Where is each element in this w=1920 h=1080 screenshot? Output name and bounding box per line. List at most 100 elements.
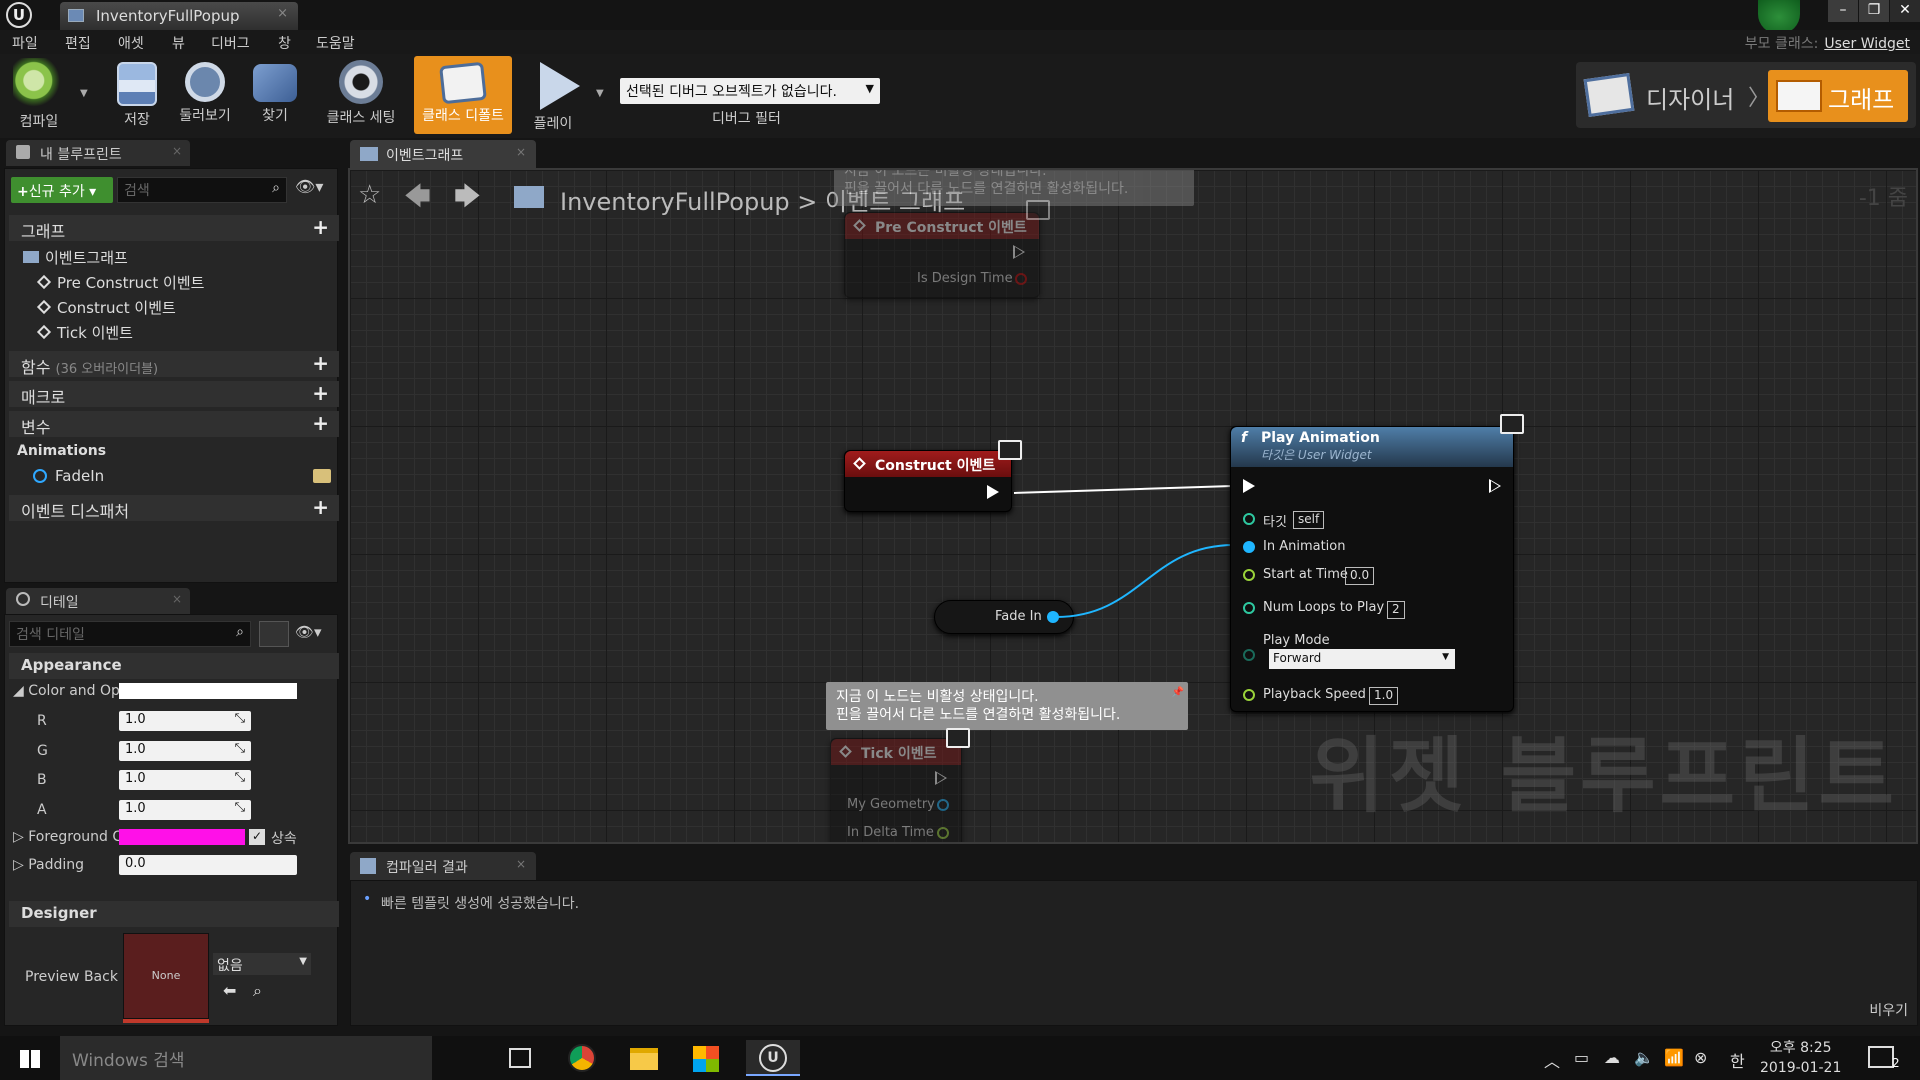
- channel-a-field[interactable]: 1.0 ⤡: [119, 800, 251, 820]
- find-button[interactable]: 찾기: [248, 56, 302, 134]
- volume-icon[interactable]: 🔈: [1634, 1048, 1654, 1067]
- dispatchers-section-header[interactable]: 이벤트 디스패처 +: [9, 495, 339, 521]
- clear-results-button[interactable]: 비우기: [1869, 1000, 1908, 1020]
- network-icon[interactable]: 📶: [1664, 1048, 1684, 1067]
- debug-object-select[interactable]: 선택된 디버그 오브젝트가 없습니다. ▼: [620, 78, 880, 104]
- play-options-chevron-icon[interactable]: ▼: [596, 88, 604, 99]
- pin-comment-icon[interactable]: 📌: [1172, 684, 1184, 702]
- maximize-button[interactable]: ❐: [1859, 0, 1889, 22]
- add-macro-plus-icon[interactable]: +: [312, 381, 329, 405]
- action-center-icon[interactable]: [1868, 1046, 1894, 1068]
- graphs-section-header[interactable]: 그래프 +: [9, 215, 339, 241]
- playback-speed-value[interactable]: 1.0: [1369, 687, 1399, 705]
- menu-file[interactable]: 파일: [12, 33, 38, 53]
- target-value[interactable]: self: [1293, 511, 1325, 529]
- battery-icon[interactable]: ▭: [1574, 1048, 1589, 1067]
- visibility-eye-icon[interactable]: [313, 469, 331, 483]
- tray-expand-chevron-icon[interactable]: ︿: [1544, 1048, 1560, 1072]
- exec-output-pin[interactable]: [935, 771, 947, 785]
- tree-item-event-graph[interactable]: 이벤트그래프: [23, 247, 128, 268]
- menu-window[interactable]: 창: [278, 33, 291, 53]
- tree-item-tick[interactable]: Tick 이벤트: [36, 322, 133, 343]
- channel-g-field[interactable]: 1.0 ⤡: [119, 741, 251, 761]
- event-graph-tab[interactable]: 이벤트그래프 ×: [350, 140, 536, 168]
- menu-asset[interactable]: 애셋: [118, 33, 144, 53]
- unreal-editor-taskbar-app[interactable]: U: [746, 1040, 800, 1076]
- store-taskbar-app[interactable]: [684, 1040, 728, 1076]
- my-blueprint-tab-close-icon[interactable]: ×: [172, 144, 182, 158]
- play-mode-pin[interactable]: [1243, 649, 1255, 661]
- compiler-results-tab-close-icon[interactable]: ×: [516, 857, 526, 871]
- minimize-button[interactable]: –: [1828, 0, 1858, 22]
- color-swatch[interactable]: [119, 683, 297, 699]
- padding-field[interactable]: 0.0: [119, 855, 297, 875]
- tree-item-construct[interactable]: Construct 이벤트: [36, 297, 176, 318]
- parent-class-link[interactable]: User Widget: [1824, 36, 1910, 52]
- variables-section-header[interactable]: 변수 +: [9, 411, 339, 437]
- document-tab[interactable]: InventoryFullPopup ×: [60, 2, 298, 30]
- unreal-logo-icon[interactable]: U: [6, 2, 32, 28]
- details-tab-close-icon[interactable]: ×: [172, 592, 182, 606]
- close-window-button[interactable]: ✕: [1890, 0, 1920, 22]
- compile-options-chevron-icon[interactable]: ▼: [80, 88, 88, 99]
- functions-section-header[interactable]: 함수 (36 오버라이더블) +: [9, 351, 339, 377]
- add-variable-plus-icon[interactable]: +: [312, 411, 329, 435]
- preview-background-swatch[interactable]: None: [123, 933, 209, 1019]
- preview-background-select[interactable]: 없음 ▼: [213, 953, 311, 975]
- start-button[interactable]: [0, 1036, 60, 1080]
- compile-button[interactable]: 컴파일: [6, 56, 72, 134]
- tree-item-pre-construct[interactable]: Pre Construct 이벤트: [36, 272, 204, 293]
- num-loops-pin[interactable]: [1243, 602, 1255, 614]
- menu-edit[interactable]: 편집: [65, 33, 91, 53]
- animations-category[interactable]: Animations: [17, 443, 106, 459]
- browse-magnifier-icon[interactable]: ⌕: [253, 981, 262, 1001]
- exec-output-pin[interactable]: [1489, 479, 1501, 493]
- my-blueprint-tab[interactable]: 내 블루프린트 ×: [6, 140, 190, 166]
- chrome-taskbar-app[interactable]: [560, 1040, 604, 1076]
- foreground-color-swatch[interactable]: [119, 829, 245, 845]
- in-animation-pin[interactable]: [1243, 541, 1255, 553]
- ime-indicator[interactable]: 한: [1730, 1048, 1745, 1072]
- play-mode-select[interactable]: Forward ▼: [1269, 649, 1455, 669]
- appearance-section-header[interactable]: Appearance: [9, 653, 339, 679]
- menu-view[interactable]: 뷰: [172, 33, 185, 53]
- class-defaults-button[interactable]: 클래스 디폴트: [414, 56, 512, 134]
- playback-speed-pin[interactable]: [1243, 689, 1255, 701]
- use-selected-arrow-icon[interactable]: ⬅: [223, 981, 236, 1000]
- graph-canvas[interactable]: ☆ 🡄 🡆 InventoryFullPopup > 이벤트 그래프 -1 줌 …: [348, 168, 1918, 844]
- add-new-button[interactable]: +신규 추가 ▾: [11, 177, 113, 203]
- start-at-time-value[interactable]: 0.0: [1345, 567, 1375, 585]
- designer-mode-button[interactable]: 디자이너: [1583, 72, 1756, 118]
- inherit-checkbox[interactable]: ✓: [249, 829, 265, 845]
- target-pin[interactable]: [1243, 513, 1255, 525]
- menu-help[interactable]: 도움말: [316, 33, 355, 53]
- task-view-button[interactable]: [498, 1040, 542, 1076]
- details-tab[interactable]: 디테일 ×: [6, 588, 190, 614]
- file-explorer-taskbar-app[interactable]: [622, 1040, 666, 1076]
- document-tab-close-icon[interactable]: ×: [277, 6, 288, 21]
- system-clock[interactable]: 오후 8:25 2019-01-21: [1760, 1038, 1841, 1078]
- onedrive-cloud-icon[interactable]: ☁: [1604, 1048, 1620, 1067]
- start-at-time-pin[interactable]: [1243, 569, 1255, 581]
- view-options-eye-icon[interactable]: 👁▾: [295, 623, 322, 641]
- exec-input-pin[interactable]: [1243, 479, 1255, 493]
- tick-event-node[interactable]: Tick 이벤트 My Geometry In Delta Time: [830, 738, 962, 842]
- channel-b-field[interactable]: 1.0 ⤡: [119, 770, 251, 790]
- details-search-input[interactable]: 검색 디테일 ⌕: [9, 621, 251, 647]
- class-settings-button[interactable]: 클래스 세팅: [318, 56, 404, 134]
- property-matrix-icon[interactable]: [259, 621, 289, 647]
- add-graph-plus-icon[interactable]: +: [312, 215, 329, 239]
- view-options-eye-icon[interactable]: 👁▾: [295, 177, 323, 196]
- menu-debug[interactable]: 디버그: [211, 33, 250, 53]
- variable-fadein[interactable]: FadeIn: [33, 467, 104, 485]
- in-delta-time-pin[interactable]: [937, 827, 949, 839]
- my-geometry-pin[interactable]: [937, 799, 949, 811]
- add-dispatcher-plus-icon[interactable]: +: [312, 495, 329, 519]
- browse-button[interactable]: 둘러보기: [172, 56, 238, 134]
- compiler-results-tab[interactable]: 컴파일러 결과 ×: [350, 852, 536, 880]
- blueprint-search-input[interactable]: 검색 ⌕: [117, 177, 287, 203]
- play-button[interactable]: 플레이: [520, 56, 586, 134]
- graph-mode-button[interactable]: 그래프: [1768, 70, 1908, 122]
- no-network-icon[interactable]: ⊗: [1694, 1048, 1707, 1067]
- event-graph-tab-close-icon[interactable]: ×: [516, 145, 526, 159]
